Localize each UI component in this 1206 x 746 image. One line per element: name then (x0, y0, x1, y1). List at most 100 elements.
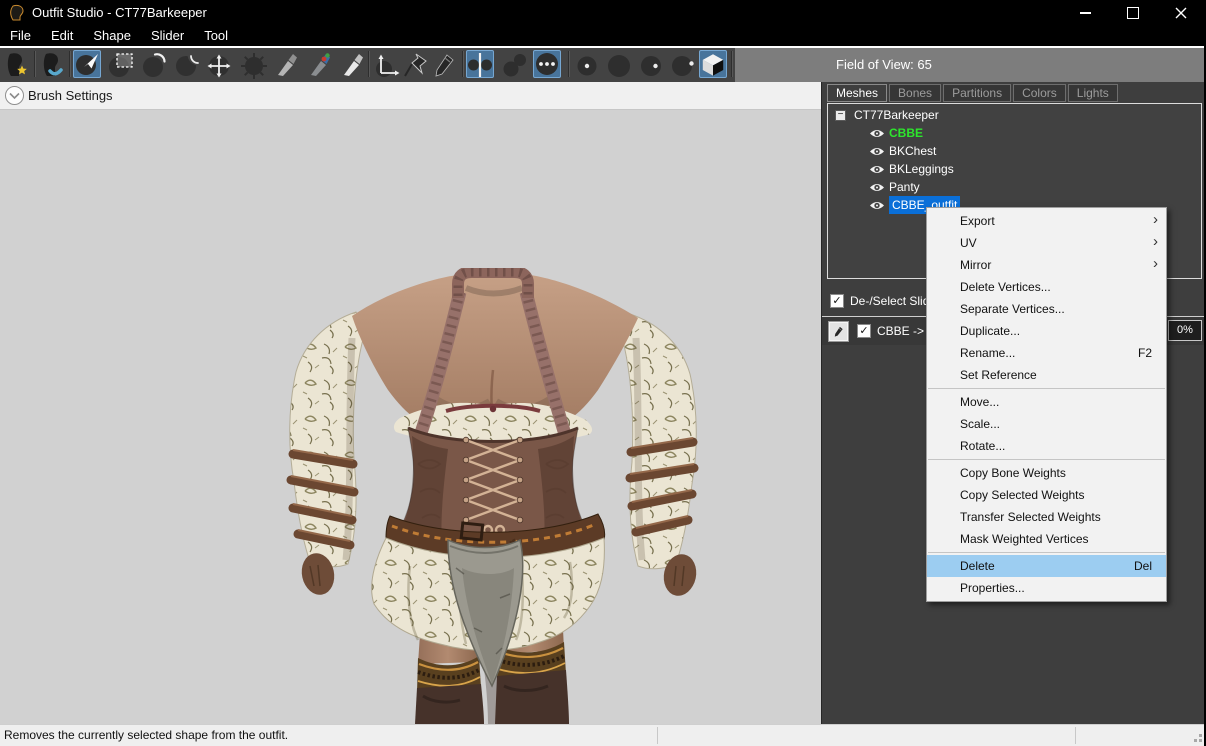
deflate-brush-button[interactable] (172, 50, 200, 78)
weight-brush-button[interactable] (272, 50, 300, 78)
menu-item-mask-weighted-vertices[interactable]: Mask Weighted Vertices (927, 528, 1166, 550)
connected-only-icon (500, 51, 528, 79)
menu-separator (928, 552, 1165, 553)
tree-item-bkchest[interactable]: BKChest (828, 142, 1201, 160)
tree-item-panty[interactable]: Panty (828, 178, 1201, 196)
pencil-icon (832, 325, 845, 338)
load-project-button[interactable] (2, 50, 30, 78)
status-message: Removes the currently selected shape fro… (4, 725, 288, 746)
brush-focus-edge-icon (669, 51, 697, 79)
pencil-tool-icon (430, 51, 458, 79)
menu-tool[interactable]: Tool (194, 26, 238, 46)
tree-item-cbbe[interactable]: CBBE (828, 124, 1201, 142)
outfit-studio-window: Outfit Studio - CT77Barkeeper File Edit … (0, 0, 1206, 746)
select-tool-icon (74, 51, 100, 77)
eye-icon[interactable] (869, 128, 885, 139)
global-brush-toggle[interactable] (533, 50, 561, 78)
menu-item-properties[interactable]: Properties... (927, 577, 1166, 599)
select-sliders-checkbox[interactable]: ✓ (830, 294, 844, 308)
brush-focus-mid-button[interactable] (636, 50, 664, 78)
tree-root-row[interactable]: − CT77Barkeeper (828, 106, 1201, 124)
menu-item-move[interactable]: Move... (927, 391, 1166, 413)
toolbar-separator (34, 51, 36, 77)
menu-item-mirror[interactable]: Mirror › (927, 254, 1166, 276)
edit-slider-button[interactable] (828, 321, 849, 342)
title-bar: Outfit Studio - CT77Barkeeper (0, 0, 1206, 26)
maximize-icon (1127, 7, 1139, 19)
tab-colors[interactable]: Colors (1013, 84, 1066, 102)
menu-file[interactable]: File (0, 26, 41, 46)
brush-focus-edge-button[interactable] (668, 50, 696, 78)
slider-weight-value[interactable]: 0% (1168, 320, 1202, 341)
resize-grip[interactable] (1199, 739, 1202, 742)
global-brush-icon (534, 51, 560, 77)
tab-lights[interactable]: Lights (1068, 84, 1118, 102)
menu-edit[interactable]: Edit (41, 26, 83, 46)
menu-item-separate-vertices[interactable]: Separate Vertices... (927, 298, 1166, 320)
deflate-brush-icon (173, 51, 201, 79)
eye-icon[interactable] (869, 200, 885, 211)
collapse-icon[interactable]: − (835, 110, 846, 121)
pencil-tool-button[interactable] (429, 50, 457, 78)
brush-focus-center-button[interactable] (572, 50, 600, 78)
tab-partitions[interactable]: Partitions (943, 84, 1011, 102)
menu-item-duplicate[interactable]: Duplicate... (927, 320, 1166, 342)
brush-focus-none-icon (605, 51, 633, 79)
perspective-toggle[interactable] (699, 50, 727, 78)
brush-focus-center-icon (573, 51, 601, 79)
alpha-brush-icon (339, 51, 367, 79)
tab-meshes[interactable]: Meshes (827, 84, 887, 102)
menu-item-transfer-selected-weights[interactable]: Transfer Selected Weights (927, 506, 1166, 528)
color-brush-button[interactable] (305, 50, 333, 78)
transform-tool-button[interactable] (372, 50, 400, 78)
viewport-canvas[interactable] (0, 110, 821, 724)
menu-item-export[interactable]: Export › (927, 210, 1166, 232)
menu-item-rotate[interactable]: Rotate... (927, 435, 1166, 457)
brush-focus-none-button[interactable] (604, 50, 632, 78)
pin-tool-button[interactable] (400, 50, 428, 78)
eye-icon[interactable] (869, 164, 885, 175)
minimize-button[interactable] (1062, 0, 1108, 26)
menu-item-copy-selected-weights[interactable]: Copy Selected Weights (927, 484, 1166, 506)
smooth-brush-button[interactable] (239, 50, 267, 78)
tree-item-bkleggings[interactable]: BKLeggings (828, 160, 1201, 178)
menu-shape[interactable]: Shape (83, 26, 141, 46)
close-button[interactable] (1158, 0, 1204, 26)
brush-settings-header[interactable]: Brush Settings (0, 82, 821, 110)
maximize-button[interactable] (1110, 0, 1156, 26)
connected-only-toggle[interactable] (499, 50, 527, 78)
outfit-3d-model (260, 268, 720, 724)
viewport-pane: Brush Settings (0, 82, 822, 724)
window-title: Outfit Studio - CT77Barkeeper (32, 0, 207, 26)
select-tool-button[interactable] (73, 50, 101, 78)
eye-icon[interactable] (869, 146, 885, 157)
field-of-view-label: Field of View: 65 (836, 48, 932, 82)
menu-bar: File Edit Shape Slider Tool (0, 26, 1206, 48)
menu-item-set-reference[interactable]: Set Reference (927, 364, 1166, 386)
mask-brush-button[interactable] (106, 50, 134, 78)
slider-checkbox[interactable]: ✓ (857, 324, 871, 338)
chevron-down-icon[interactable] (5, 86, 24, 105)
load-project-icon (3, 51, 31, 79)
eye-icon[interactable] (869, 182, 885, 193)
move-brush-button[interactable] (205, 50, 233, 78)
menu-item-uv[interactable]: UV › (927, 232, 1166, 254)
alpha-brush-button[interactable] (338, 50, 366, 78)
inflate-brush-button[interactable] (139, 50, 167, 78)
menu-slider[interactable]: Slider (141, 26, 194, 46)
inflate-brush-icon (140, 51, 168, 79)
panel-tabs: Meshes Bones Partitions Colors Lights (827, 84, 1120, 102)
statusbar-divider (657, 727, 658, 744)
menu-item-delete[interactable]: Delete Del (927, 555, 1166, 577)
menu-item-copy-bone-weights[interactable]: Copy Bone Weights (927, 462, 1166, 484)
statusbar-divider (1075, 727, 1076, 744)
x-mirror-toggle[interactable] (466, 50, 494, 78)
menu-item-delete-vertices[interactable]: Delete Vertices... (927, 276, 1166, 298)
toolbar-separator (462, 51, 464, 77)
tab-bones[interactable]: Bones (889, 84, 941, 102)
menu-item-rename[interactable]: Rename... F2 (927, 342, 1166, 364)
menu-separator (928, 459, 1165, 460)
load-reference-button[interactable] (38, 50, 66, 78)
menu-item-scale[interactable]: Scale... (927, 413, 1166, 435)
toolbar-separator (69, 51, 71, 77)
